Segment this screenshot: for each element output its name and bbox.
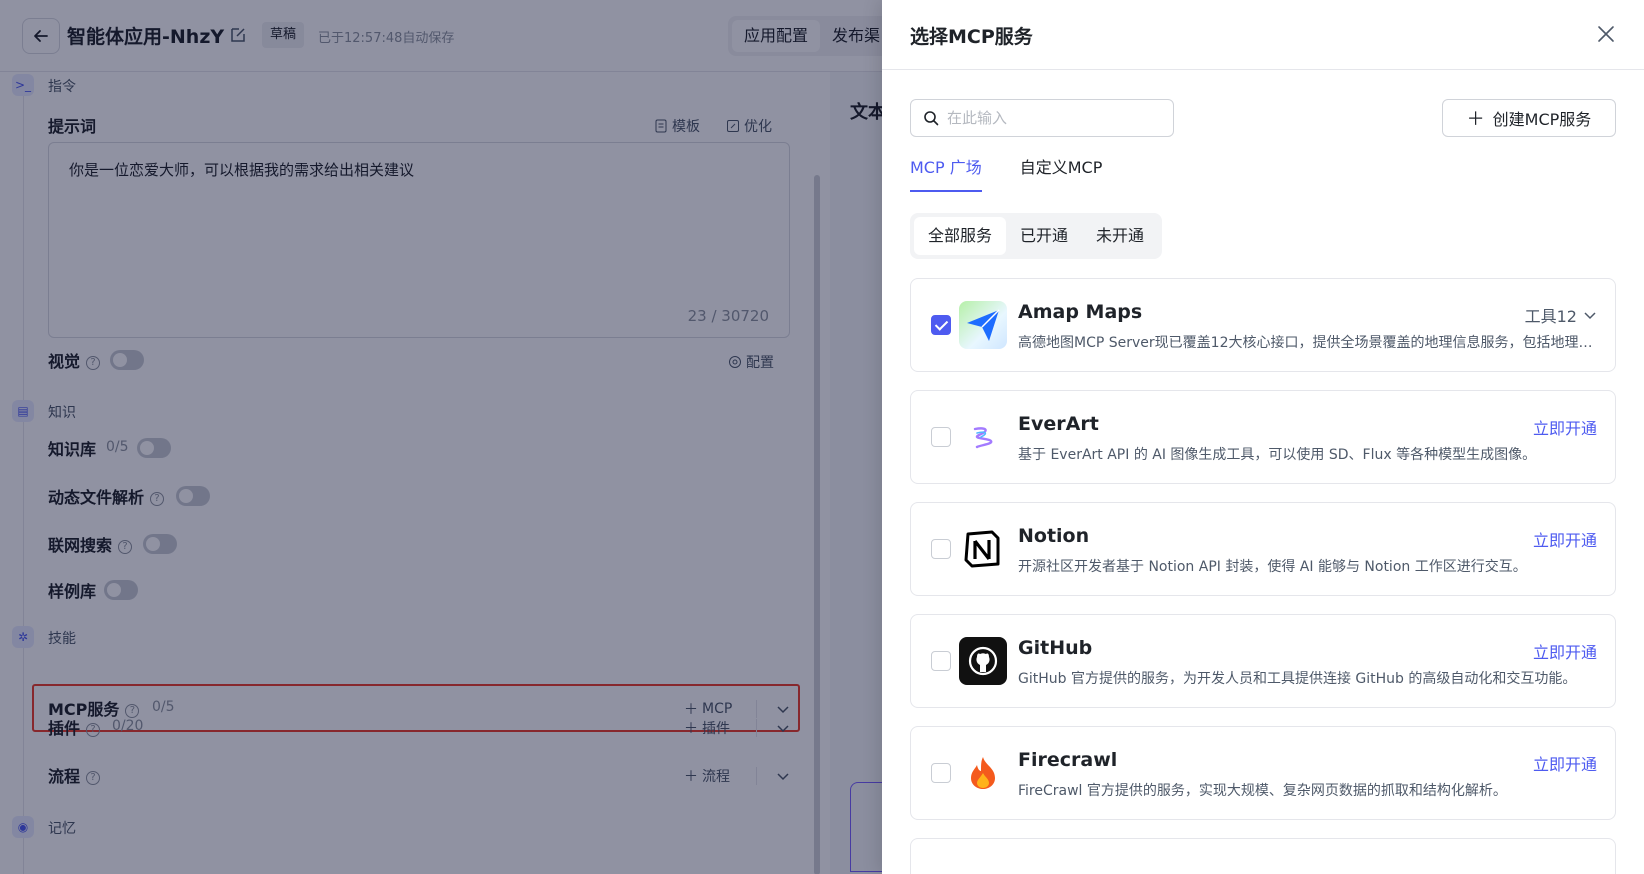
notion-logo-icon <box>959 525 1007 573</box>
service-desc: FireCrawl 官方提供的服务，实现大规模、复杂网页数据的抓取和结构化解析。 <box>1018 783 1507 799</box>
drawer-header: 选择MCP服务 <box>882 0 1644 70</box>
service-checkbox[interactable] <box>931 315 951 335</box>
service-checkbox[interactable] <box>931 651 951 671</box>
octocat-icon <box>968 646 998 676</box>
everart-logo-icon <box>959 413 1007 461</box>
plus-icon: ＋ <box>1466 109 1485 130</box>
enable-button[interactable]: 立即开通 <box>1533 751 1597 775</box>
create-mcp-label: 创建MCP服务 <box>1492 110 1592 129</box>
service-card-partial[interactable] <box>910 838 1616 874</box>
flame-icon <box>971 757 995 789</box>
service-name: GitHub <box>1018 637 1093 659</box>
tools-count: 工具12 <box>1524 307 1577 326</box>
notion-n-icon <box>964 530 1000 568</box>
service-name: Firecrawl <box>1018 749 1118 771</box>
service-card-everart[interactable]: EverArt 基于 EverArt API 的 AI 图像生成工具，可以使用 … <box>910 390 1616 484</box>
tab-custom-mcp[interactable]: 自定义MCP <box>1020 154 1103 192</box>
service-checkbox[interactable] <box>931 427 951 447</box>
filter-disabled[interactable]: 未开通 <box>1082 217 1158 255</box>
service-name: Amap Maps <box>1018 301 1143 323</box>
service-desc: 基于 EverArt API 的 AI 图像生成工具，可以使用 SD、Flux … <box>1018 447 1537 463</box>
service-checkbox[interactable] <box>931 763 951 783</box>
mcp-select-drawer: 选择MCP服务 ＋ 创建MCP服务 MCP 广场 自定义MCP 全部服务 已开通… <box>882 0 1644 874</box>
search-icon <box>924 111 939 126</box>
fire-icon <box>959 749 1007 797</box>
chevron-down-icon <box>1584 312 1596 320</box>
filter-segmented: 全部服务 已开通 未开通 <box>910 213 1163 259</box>
close-icon[interactable] <box>1594 22 1618 46</box>
enable-button[interactable]: 立即开通 <box>1533 415 1597 439</box>
github-logo-icon <box>959 637 1007 685</box>
create-mcp-button[interactable]: ＋ 创建MCP服务 <box>1442 99 1616 137</box>
amap-logo-icon <box>959 301 1007 349</box>
search-box[interactable] <box>910 99 1174 137</box>
service-desc: 高德地图MCP Server现已覆盖12大核心接口，提供全场景覆盖的地理信息服务… <box>1018 335 1604 351</box>
modal-overlay[interactable] <box>0 0 882 874</box>
service-card-amap[interactable]: Amap Maps 高德地图MCP Server现已覆盖12大核心接口，提供全场… <box>910 278 1616 372</box>
squiggle-icon <box>973 427 993 449</box>
enable-button[interactable]: 立即开通 <box>1533 527 1597 551</box>
filter-all[interactable]: 全部服务 <box>914 217 1007 255</box>
service-desc: 开源社区开发者基于 Notion API 封装，使得 AI 能够与 Notion… <box>1018 559 1527 575</box>
search-input[interactable] <box>947 109 1157 127</box>
paper-plane-icon <box>967 309 1000 341</box>
service-list: Amap Maps 高德地图MCP Server现已覆盖12大核心接口，提供全场… <box>910 278 1616 874</box>
service-card-github[interactable]: GitHub GitHub 官方提供的服务，为开发人员和工具提供连接 GitHu… <box>910 614 1616 708</box>
filter-enabled[interactable]: 已开通 <box>1006 217 1082 255</box>
tab-mcp-square[interactable]: MCP 广场 <box>910 154 982 192</box>
service-name: Notion <box>1018 525 1090 547</box>
drawer-tabs: MCP 广场 自定义MCP <box>910 154 1102 192</box>
enable-button[interactable]: 立即开通 <box>1533 639 1597 663</box>
drawer-title: 选择MCP服务 <box>910 26 1033 48</box>
service-checkbox[interactable] <box>931 539 951 559</box>
service-desc: GitHub 官方提供的服务，为开发人员和工具提供连接 GitHub 的高级自动… <box>1018 671 1577 687</box>
service-name: EverArt <box>1018 413 1099 435</box>
service-card-notion[interactable]: Notion 开源社区开发者基于 Notion API 封装，使得 AI 能够与… <box>910 502 1616 596</box>
service-card-firecrawl[interactable]: Firecrawl FireCrawl 官方提供的服务，实现大规模、复杂网页数据… <box>910 726 1616 820</box>
tools-dropdown[interactable]: 工具12 <box>1525 303 1597 327</box>
